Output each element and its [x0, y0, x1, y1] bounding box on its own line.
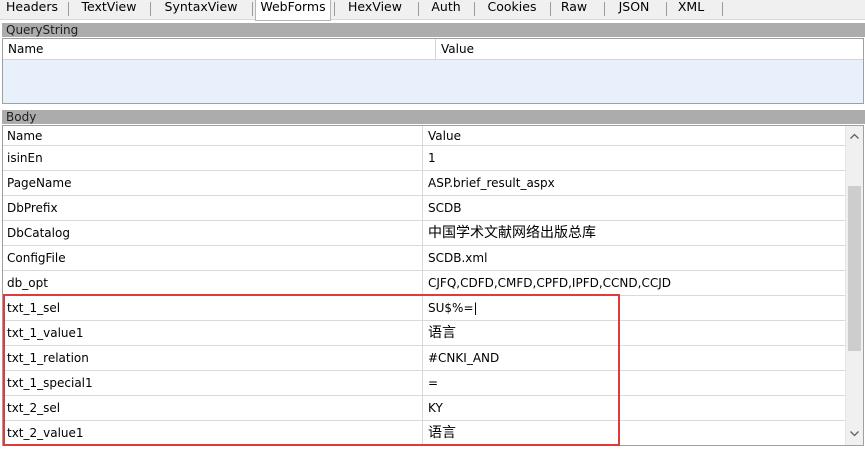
- row-name: db_opt: [3, 271, 423, 296]
- tab-separator: [334, 2, 335, 16]
- row-name: txt_2_sel: [3, 396, 423, 421]
- tab-separator: [474, 2, 475, 16]
- tab-headers[interactable]: Headers: [2, 0, 62, 20]
- row-value: SCDB: [428, 201, 462, 215]
- tab-textview[interactable]: TextView: [74, 0, 144, 20]
- table-row[interactable]: DbCatalog 中国学术文献网络出版总库: [3, 221, 845, 246]
- tab-cookies[interactable]: Cookies: [480, 0, 544, 20]
- querystring-grid[interactable]: Name Value: [2, 38, 864, 104]
- row-value: SU$%=|: [428, 301, 478, 315]
- tab-syntaxview[interactable]: SyntaxView: [156, 0, 246, 20]
- tab-separator: [722, 2, 723, 16]
- row-value: 语言: [428, 325, 456, 341]
- row-name: txt_1_special1: [3, 371, 423, 396]
- tab-separator: [418, 2, 419, 16]
- scroll-up-arrow-icon[interactable]: [846, 128, 863, 145]
- tab-separator: [550, 2, 551, 16]
- row-value: #CNKI_AND: [428, 351, 500, 365]
- row-name: PageName: [3, 171, 423, 196]
- row-value: 语言: [428, 425, 456, 441]
- body-col-value[interactable]: Value: [424, 126, 844, 146]
- row-name: DbCatalog: [3, 221, 423, 246]
- tab-raw[interactable]: Raw: [556, 0, 592, 20]
- table-row[interactable]: txt_2_value1 语言: [3, 421, 845, 445]
- body-grid[interactable]: Name Value isinEn 1 PageName ASP.brief_r…: [2, 125, 864, 446]
- body-header: Body: [2, 110, 865, 124]
- inspector-tab-bar: Headers TextView SyntaxView WebForms Hex…: [0, 0, 865, 21]
- tab-webforms[interactable]: WebForms: [255, 0, 331, 21]
- body-col-name[interactable]: Name: [3, 126, 423, 146]
- tab-separator: [604, 2, 605, 16]
- table-row[interactable]: txt_1_value1 语言: [3, 321, 845, 346]
- row-name: txt_2_value1: [3, 421, 423, 445]
- tab-auth[interactable]: Auth: [424, 0, 468, 20]
- tab-xml[interactable]: XML: [672, 0, 710, 20]
- row-value: ASP.brief_result_aspx: [428, 176, 555, 190]
- tab-hexview[interactable]: HexView: [338, 0, 412, 20]
- row-value: 1: [428, 151, 436, 165]
- querystring-col-value[interactable]: Value: [436, 39, 863, 60]
- row-name: txt_1_relation: [3, 346, 423, 371]
- row-name: ConfigFile: [3, 246, 423, 271]
- row-value: =: [428, 376, 439, 390]
- tab-separator: [252, 2, 253, 16]
- table-row[interactable]: db_opt CJFQ,CDFD,CMFD,CPFD,IPFD,CCND,CCJ…: [3, 271, 845, 296]
- table-row[interactable]: isinEn 1: [3, 146, 845, 171]
- table-row[interactable]: ConfigFile SCDB.xml: [3, 246, 845, 271]
- row-name: txt_1_sel: [3, 296, 423, 321]
- table-row[interactable]: txt_2_sel KY: [3, 396, 845, 421]
- table-row[interactable]: txt_1_sel SU$%=|: [3, 296, 845, 321]
- querystring-col-name[interactable]: Name: [3, 39, 435, 60]
- row-name: DbPrefix: [3, 196, 423, 221]
- tab-separator: [666, 2, 667, 16]
- tab-separator: [68, 2, 69, 16]
- row-name: isinEn: [3, 146, 423, 171]
- body-column-header-row: Name Value: [3, 126, 845, 146]
- scroll-down-arrow-icon[interactable]: [846, 426, 863, 443]
- row-name: txt_1_value1: [3, 321, 423, 346]
- tab-separator: [150, 2, 151, 16]
- row-value: KY: [428, 401, 443, 415]
- table-row[interactable]: txt_1_relation #CNKI_AND: [3, 346, 845, 371]
- row-value: 中国学术文献网络出版总库: [428, 225, 596, 241]
- table-row[interactable]: txt_1_special1 =: [3, 371, 845, 396]
- tab-json[interactable]: JSON: [612, 0, 656, 20]
- querystring-header: QueryString: [2, 23, 865, 37]
- vertical-scrollbar[interactable]: [845, 126, 863, 445]
- row-value: SCDB.xml: [428, 251, 488, 265]
- scroll-thumb[interactable]: [848, 186, 861, 351]
- table-row[interactable]: PageName ASP.brief_result_aspx: [3, 171, 845, 196]
- row-value: CJFQ,CDFD,CMFD,CPFD,IPFD,CCND,CCJD: [428, 276, 671, 290]
- table-row[interactable]: DbPrefix SCDB: [3, 196, 845, 221]
